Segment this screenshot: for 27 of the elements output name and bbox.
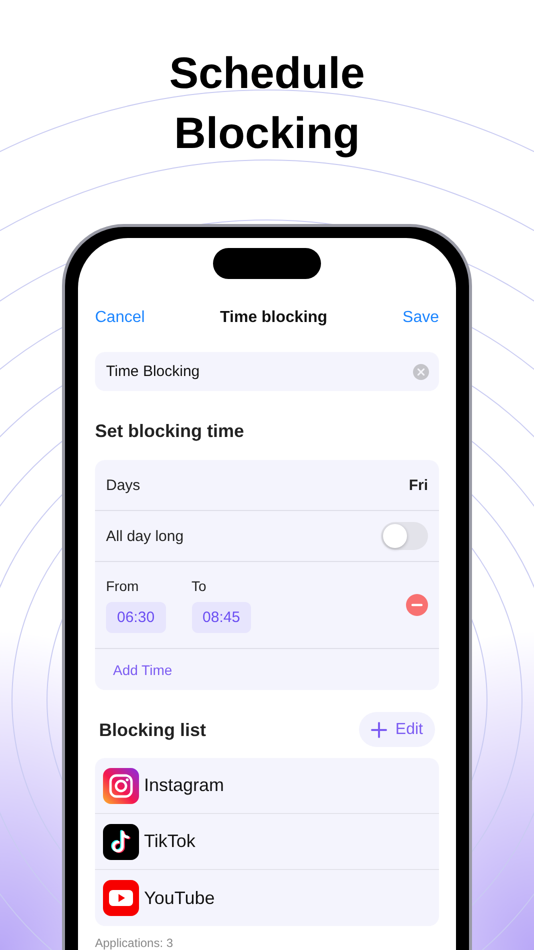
days-value[interactable]: Fri	[408, 476, 428, 494]
cancel-link[interactable]: Cancel	[95, 309, 145, 328]
edit-button[interactable]: Edit	[359, 712, 435, 747]
row-label: All day long	[106, 528, 184, 544]
play-icon	[103, 880, 139, 916]
plus-icon	[371, 722, 388, 738]
add-time-link[interactable]: Add Time	[113, 662, 172, 678]
app-count: Applications: 3	[95, 936, 174, 950]
section-heading: Set blocking time	[95, 420, 246, 442]
app-name: Instagram	[144, 775, 224, 796]
camera-icon	[103, 768, 139, 804]
time-label: To	[192, 578, 208, 594]
headline: Schedule Blocking	[168, 48, 366, 160]
app-name: TikTok	[144, 831, 196, 852]
time-label: From	[106, 578, 140, 594]
row-label: Days	[106, 476, 140, 494]
name-field[interactable]: Time Blocking	[95, 352, 439, 391]
time-picker[interactable]: 06:30	[106, 602, 166, 632]
clear-icon[interactable]	[413, 364, 429, 380]
toggle-switch[interactable]	[381, 522, 428, 550]
save-link[interactable]: Save	[402, 309, 439, 328]
remove-icon[interactable]	[406, 594, 428, 616]
screen-title: Time blocking	[220, 309, 328, 328]
app-name: YouTube	[144, 888, 215, 908]
time-picker[interactable]: 08:45	[192, 602, 252, 632]
section-heading: Blocking list	[99, 718, 206, 740]
music-note-icon	[103, 824, 139, 860]
